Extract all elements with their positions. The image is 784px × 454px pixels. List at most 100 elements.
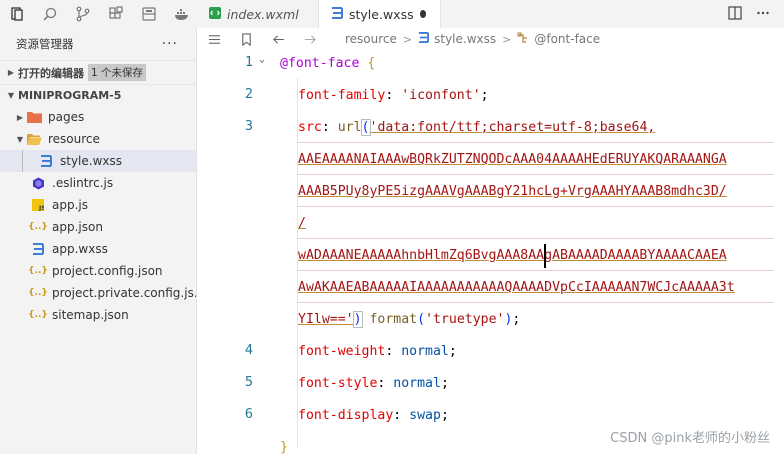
explorer-icon[interactable] xyxy=(6,3,28,25)
activity-bar xyxy=(0,0,197,28)
code-token: ; xyxy=(440,376,449,391)
extensions-icon[interactable] xyxy=(105,3,127,25)
tree-item-style-wxss[interactable]: style.wxss xyxy=(0,150,196,172)
css-file-icon xyxy=(418,32,430,46)
tree-item-label: app.json xyxy=(52,220,103,234)
chevron-right-icon: > xyxy=(402,32,413,46)
folder-icon xyxy=(26,110,42,124)
forward-arrow-icon[interactable] xyxy=(303,32,317,46)
code-token: ( xyxy=(417,312,426,327)
code-token: font-weight xyxy=(298,344,386,359)
indent-guide xyxy=(22,150,23,172)
code-line-6: font-display: swap; xyxy=(298,404,449,428)
tree-item-project-private-config[interactable]: {..} project.private.config.js... xyxy=(0,282,196,304)
tree-item-app-json[interactable]: {..} app.json xyxy=(0,216,196,238)
source-control-icon[interactable] xyxy=(72,3,94,25)
code-token: normal xyxy=(393,376,441,391)
tab-index-wxml[interactable]: index.wxml xyxy=(197,0,319,28)
fold-chevron-icon[interactable]: ⌄ xyxy=(259,54,265,65)
editor-tabs: index.wxml style.wxss xyxy=(197,0,784,28)
chevron-right-icon: > xyxy=(502,32,512,46)
line-number: 2 xyxy=(244,86,253,102)
tree-item-app-wxss[interactable]: app.wxss xyxy=(0,238,196,260)
code-token: AwAKAAEABAAAAAIAAAAAAAAAAAQAAAADVpCcIAAA… xyxy=(298,280,735,295)
chevron-right-icon: ▶ xyxy=(7,68,15,77)
wrap-underline xyxy=(297,270,774,271)
code-token: ( xyxy=(360,119,371,136)
unsaved-dot-icon[interactable] xyxy=(419,10,426,18)
code-line-7: } xyxy=(280,436,288,454)
breadcrumb: resource > style.wxss > @font-face xyxy=(197,28,784,50)
watermark: CSDN @pink老师的小粉丝 xyxy=(610,431,770,446)
json-file-icon: {..} xyxy=(28,266,48,276)
css-file-icon xyxy=(331,6,343,22)
tree-item-label: style.wxss xyxy=(60,154,123,168)
code-token: normal xyxy=(401,344,449,359)
list-icon[interactable] xyxy=(207,32,221,46)
open-editors-section[interactable]: ▶ 打开的编辑器 1 个未保存 xyxy=(0,60,196,84)
svg-text:JS: JS xyxy=(38,205,44,211)
wrap-underline xyxy=(297,206,774,207)
code-token: swap xyxy=(409,408,441,423)
code-token: ; xyxy=(448,344,457,359)
code-line-2: font-family: 'iconfont'; xyxy=(298,84,489,108)
json-file-icon: {..} xyxy=(28,288,48,298)
line-number: 3 xyxy=(244,118,253,134)
code-token: : xyxy=(393,408,410,423)
bookmark-icon[interactable] xyxy=(239,32,253,46)
code-line-wrap: AwAKAAEABAAAAAIAAAAAAAAAAAQAAAADVpCcIAAA… xyxy=(298,276,735,300)
tree-item-pages[interactable]: ▶ pages xyxy=(0,106,196,128)
code-line-wrap: AAEAAAANAIAAAwBQRkZUTZNQODcAAA04AAAAHEdE… xyxy=(298,148,727,172)
tab-style-wxss[interactable]: style.wxss xyxy=(319,0,441,28)
breadcrumb-item-resource[interactable]: resource xyxy=(345,32,397,46)
code-token: @font-face xyxy=(280,56,360,71)
code-token: 'iconfont' xyxy=(401,88,481,103)
tree-item-resource[interactable]: ▼ resource xyxy=(0,128,196,150)
open-editors-label: 打开的编辑器 xyxy=(18,66,84,80)
project-section[interactable]: ▼ MINIPROGRAM-5 xyxy=(0,84,196,106)
search-icon[interactable] xyxy=(39,3,61,25)
code-line-wrap: wADAAANEAAAAAhnbHlmZq6BvgAAA8AAgABAAAADA… xyxy=(298,244,727,268)
more-actions-icon[interactable]: ··· xyxy=(162,36,178,52)
code-line-3: src: url('data:font/ttf;charset=utf-8;ba… xyxy=(298,116,655,140)
tab-label: style.wxss xyxy=(349,6,414,22)
code-token: 'data:font/ttf;charset=utf-8;base64, xyxy=(369,120,656,135)
back-arrow-icon[interactable] xyxy=(271,32,285,46)
code-token: ) xyxy=(352,311,363,328)
symbol-icon xyxy=(517,32,529,47)
more-actions-icon[interactable] xyxy=(756,5,770,24)
code-token: ; xyxy=(440,408,449,423)
code-token: font-style xyxy=(298,376,378,391)
wrap-underline xyxy=(297,238,774,239)
docker-icon[interactable] xyxy=(171,3,193,25)
line-number: 6 xyxy=(244,406,253,422)
tree-item-sitemap[interactable]: {..} sitemap.json xyxy=(0,304,196,326)
code-token: AAAB5PUy8yPE5izgAAAVgAAABgY21hcLg+VrgAAA… xyxy=(298,184,727,199)
tree-item-app-js[interactable]: JS app.js xyxy=(0,194,196,216)
breadcrumb-item-file[interactable]: style.wxss xyxy=(434,32,496,46)
code-token: ; xyxy=(480,88,489,103)
line-number: 5 xyxy=(244,374,253,390)
chevron-down-icon: ▼ xyxy=(7,91,15,100)
code-line-4: font-weight: normal; xyxy=(298,340,457,364)
tree-item-label: resource xyxy=(48,132,100,146)
tree-item-label: app.js xyxy=(52,198,88,212)
tree-item-label: app.wxss xyxy=(52,242,108,256)
code-editor[interactable]: 1 ⌄ 2 3 4 5 6 @font-face { font-family: … xyxy=(197,52,784,454)
wrap-underline xyxy=(297,174,774,175)
storage-icon[interactable] xyxy=(138,3,160,25)
code-token: : xyxy=(377,376,394,391)
chevron-down-icon: ▼ xyxy=(16,134,24,144)
tree-item-project-config[interactable]: {..} project.config.json xyxy=(0,260,196,282)
tree-item-eslintrc[interactable]: .eslintrc.js xyxy=(0,172,196,194)
split-editor-icon[interactable] xyxy=(728,5,742,24)
text-cursor xyxy=(544,244,546,268)
code-token: url xyxy=(337,120,362,135)
tab-actions xyxy=(728,0,784,28)
code-token: { xyxy=(359,56,376,71)
code-token: YIlw==' xyxy=(298,312,354,327)
json-file-icon: {..} xyxy=(28,310,48,320)
breadcrumb-item-symbol[interactable]: @font-face xyxy=(534,32,600,46)
code-line-wrap: AAAB5PUy8yPE5izgAAAVgAAABgY21hcLg+VrgAAA… xyxy=(298,180,727,204)
tab-label: index.wxml xyxy=(227,6,299,22)
